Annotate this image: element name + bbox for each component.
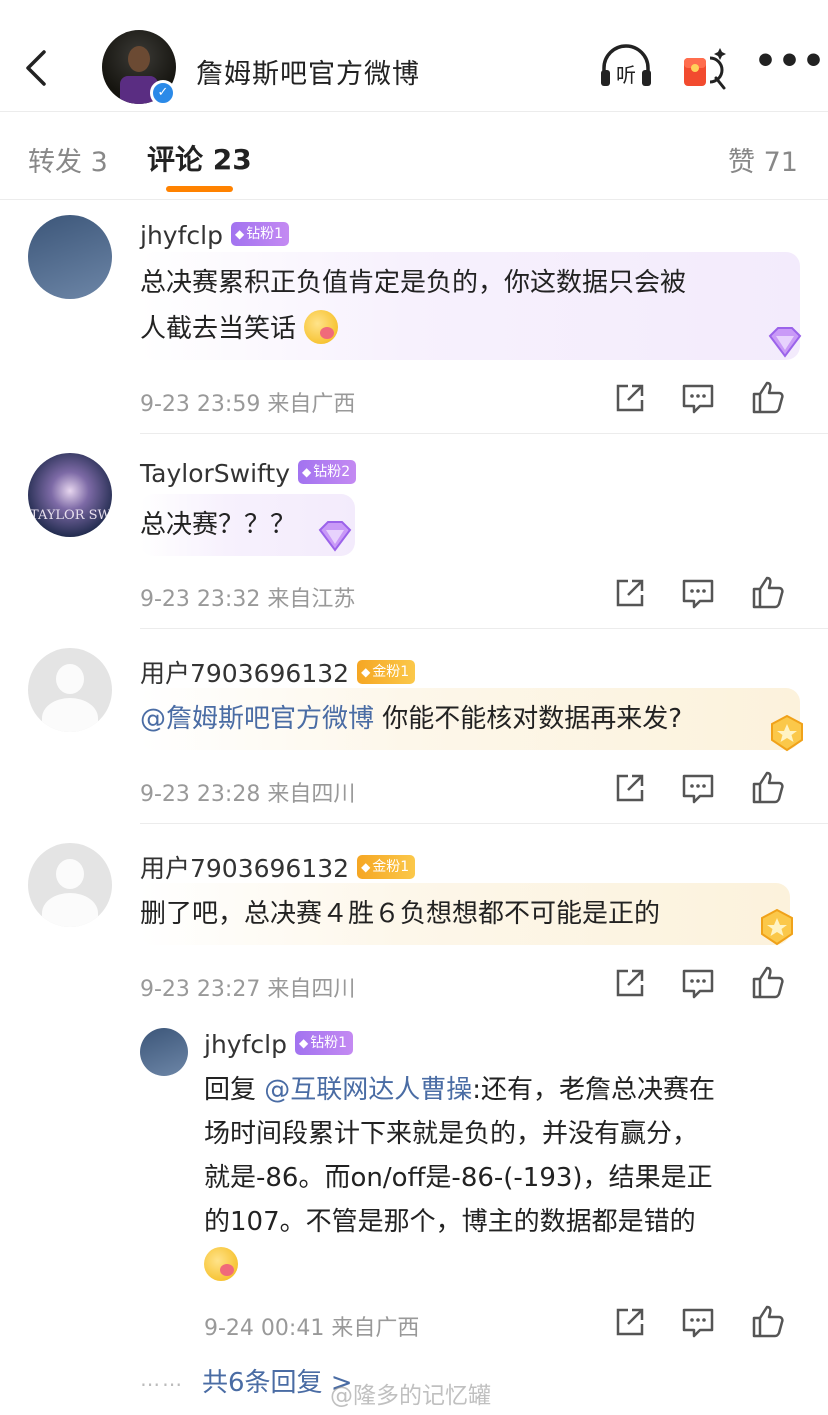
tab-bar: 转发 3 评论 23 赞 71 [0, 112, 828, 200]
reply-meta: 9-24 00:41 来自广西 [204, 1316, 420, 1341]
like-thumb-icon[interactable] [750, 770, 786, 806]
divider [140, 628, 828, 629]
gold-fan-icon: ◆ [361, 860, 371, 874]
top-bar: ✓ 詹姆斯吧官方微博 听 ••• [0, 0, 828, 112]
comment-actions [612, 965, 802, 1005]
fan-badge: ◆ 金粉1 [357, 660, 416, 684]
yummy-emoji-icon [204, 1246, 238, 1281]
gold-badge-decoration-icon [761, 908, 793, 946]
comment-meta: 9-23 23:32 来自江苏 [140, 587, 356, 612]
reply-text: 回复 @互联网达人曹操:还有，老詹总决赛在 场时间段累计下来就是负的，并没有赢分… [204, 1068, 804, 1288]
comment-icon[interactable] [680, 770, 716, 806]
tab-comments[interactable]: 评论 23 [147, 138, 252, 178]
verified-icon: ✓ [150, 80, 176, 106]
diamond-icon: ◆ [298, 1036, 309, 1050]
more-replies-link[interactable]: ⋯⋯ 共6条回复 > [140, 1362, 353, 1399]
comment-actions [612, 770, 802, 810]
active-tab-indicator [166, 186, 233, 192]
user-avatar[interactable] [28, 648, 112, 732]
user-avatar[interactable]: TAYLOR SWIFT [28, 453, 112, 537]
comment-meta: 9-23 23:28 来自四川 [140, 782, 356, 807]
reply-user-avatar[interactable] [140, 1028, 188, 1076]
gold-fan-icon: ◆ [361, 665, 371, 679]
comment-meta: 9-23 23:59 来自广西 [140, 392, 356, 417]
comment-username[interactable]: 用户7903696132 ◆ 金粉1 [140, 849, 416, 885]
share-icon[interactable] [612, 770, 648, 806]
share-red-packet-icon[interactable] [680, 44, 728, 92]
tab-repost[interactable]: 转发 3 [28, 140, 108, 179]
comment-icon[interactable] [680, 1304, 716, 1340]
comment-username[interactable]: TaylorSwifty ◆ 钻粉2 [140, 459, 357, 488]
comment-icon[interactable] [680, 965, 716, 1001]
gold-badge-decoration-icon [771, 714, 803, 752]
svg-text:听: 听 [616, 63, 636, 87]
mention-link[interactable]: @詹姆斯吧官方微博 [140, 704, 374, 734]
comment-actions [612, 380, 802, 420]
comment-username[interactable]: jhyfclp ◆ 钻粉1 [140, 221, 290, 250]
profile-name[interactable]: 詹姆斯吧官方微博 [196, 52, 420, 91]
comment-text: 删了吧，总决赛４胜６负想想都不可能是正的 [140, 883, 790, 945]
like-thumb-icon[interactable] [750, 1304, 786, 1340]
reply-actions [612, 1304, 802, 1344]
more-options-icon[interactable]: ••• [754, 44, 825, 82]
share-icon[interactable] [612, 575, 648, 611]
user-avatar[interactable] [28, 843, 112, 927]
fan-badge: ◆ 钻粉2 [298, 460, 357, 484]
reply-username[interactable]: jhyfclp ◆ 钻粉1 [204, 1030, 354, 1059]
diamond-icon: ◆ [302, 465, 312, 479]
listen-headphones-icon[interactable]: 听 [598, 42, 654, 92]
divider [140, 433, 828, 434]
like-thumb-icon[interactable] [750, 965, 786, 1001]
back-arrow-icon[interactable] [20, 46, 54, 90]
fan-badge: ◆ 钻粉1 [230, 222, 290, 246]
share-icon[interactable] [612, 380, 648, 416]
fan-badge: ◆ 金粉1 [357, 855, 416, 879]
comment-icon[interactable] [680, 575, 716, 611]
comment-text: @詹姆斯吧官方微博 你能不能核对数据再来发? [140, 688, 800, 750]
diamond-icon: ◆ [234, 227, 245, 241]
divider [140, 823, 828, 824]
like-thumb-icon[interactable] [750, 380, 786, 416]
like-thumb-icon[interactable] [750, 575, 786, 611]
yummy-emoji-icon [304, 309, 339, 344]
diamond-decoration-icon [768, 327, 802, 358]
fan-badge: ◆ 钻粉1 [294, 1031, 354, 1055]
user-avatar[interactable] [28, 215, 112, 299]
comment-icon[interactable] [680, 380, 716, 416]
comment-actions [612, 575, 802, 615]
comment-username[interactable]: 用户7903696132 ◆ 金粉1 [140, 654, 416, 690]
share-icon[interactable] [612, 1304, 648, 1340]
diamond-decoration-icon [318, 521, 352, 552]
watermark: @隆多的记忆罐 [330, 1383, 491, 1409]
comment-text: 总决赛累积正负值肯定是负的，你这数据只会被 人截去当笑话 [140, 252, 800, 360]
share-icon[interactable] [612, 965, 648, 1001]
comment-meta: 9-23 23:27 来自四川 [140, 977, 356, 1002]
mention-link[interactable]: @互联网达人曹操 [264, 1075, 472, 1105]
tab-likes[interactable]: 赞 71 [728, 140, 798, 179]
